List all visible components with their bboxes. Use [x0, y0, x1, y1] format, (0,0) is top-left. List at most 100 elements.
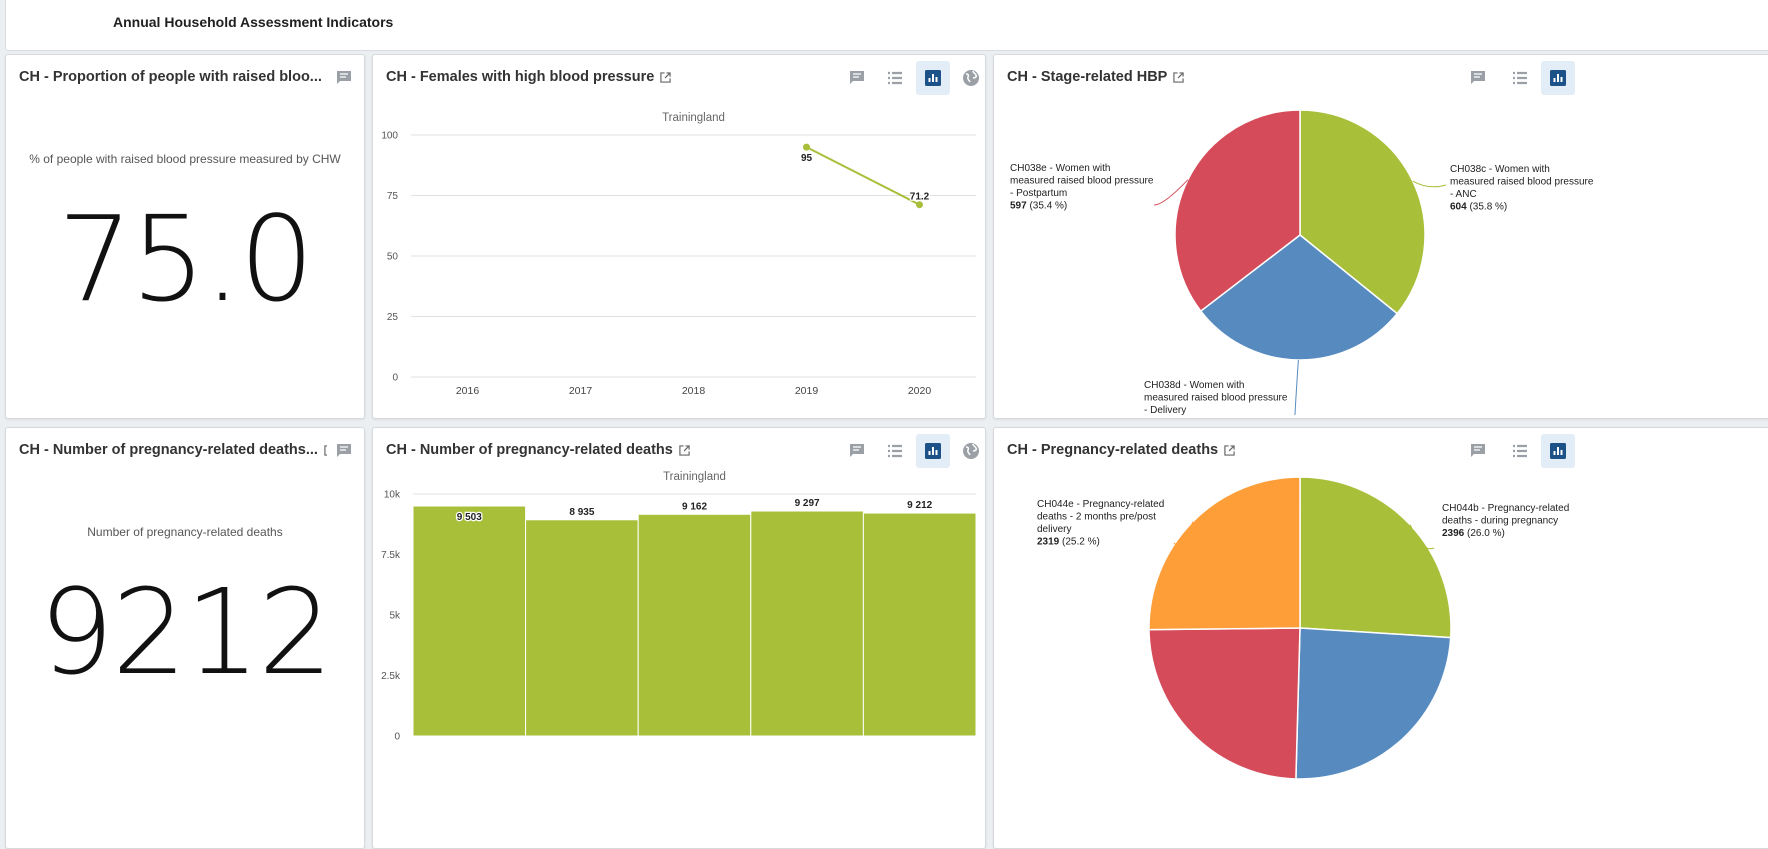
table-icon: [888, 444, 902, 458]
y-tick-label: 25: [387, 312, 399, 323]
stage-hbp-pie-chart: CH038c - Women with measured raised blood…: [1010, 109, 1594, 415]
preg-deaths-pie-chart: CH044b - Pregnancy-related deaths - durin…: [1037, 476, 1569, 780]
card-title-text: CH - Number of pregnancy-related deaths: [386, 442, 673, 458]
bar-chart-icon: [925, 70, 941, 86]
bar-value-label: 9 503: [457, 512, 482, 523]
pie-label: CH038e - Women with measured raised blood…: [1010, 163, 1154, 212]
pie-slice: [1295, 627, 1452, 780]
pie-label: CH038c - Women with measured raised blood…: [1450, 164, 1594, 213]
big-number: 75.0: [57, 190, 315, 328]
comment-icon: [1471, 71, 1485, 84]
chart-title: Trainingland: [663, 471, 726, 483]
globe-icon: [963, 70, 979, 86]
bar-chart-icon: [925, 443, 941, 459]
pie-slice: [1148, 627, 1301, 780]
card-title-text: CH - Proportion of people with raised bl…: [19, 69, 322, 85]
view-as-chart-button[interactable]: [916, 61, 950, 95]
interpretation-button[interactable]: [1461, 434, 1495, 468]
pie-connector: [1412, 180, 1447, 188]
bar: [637, 513, 752, 737]
x-tick-label: 2016: [456, 385, 480, 397]
dashboard-header: Annual Household Assessment Indicators: [5, 0, 1768, 51]
value-label: % of people with raised blood pressure m…: [29, 152, 341, 166]
series-line: [806, 146, 920, 206]
y-tick-label: 75: [387, 191, 399, 202]
pie-slice: [1148, 476, 1301, 631]
females-hbp-line-chart: Trainingland 0 25 50 75 100 2016 2017 2018 2019 20…: [381, 112, 976, 397]
pie-connector: [1294, 359, 1299, 415]
pie-label: CH044e - Pregnancy-related deaths - 2 mon…: [1037, 499, 1164, 548]
bar: [525, 519, 639, 737]
card-title[interactable]: CH - Females with high blood pressure: [386, 69, 671, 85]
card-title-text: CH - Pregnancy-related deaths: [1007, 442, 1219, 458]
x-tick-label: 2019: [795, 385, 819, 397]
data-label: 71.2: [910, 192, 930, 203]
card-title[interactable]: CH - Proportion of people with raised bl…: [19, 69, 339, 85]
view-as-chart-button[interactable]: [916, 434, 950, 468]
big-number: 9212: [38, 563, 333, 701]
card-stage-hbp: CH - Stage-related HBP CH038c - Women wi…: [993, 54, 1768, 419]
bar: [412, 505, 527, 737]
card-title[interactable]: CH - Number of pregnancy-related deaths: [386, 442, 690, 458]
preg-deaths-bar-chart: Trainingland 0 2.5k 5k 7.5k 10k 9 503 8 935 9 16…: [381, 471, 977, 743]
y-tick-label: 10k: [384, 490, 401, 501]
card-title[interactable]: CH - Number of pregnancy-related deaths.…: [19, 442, 335, 458]
comment-icon: [850, 444, 864, 457]
card-preg-deaths-bar: CH - Number of pregnancy-related deaths …: [372, 427, 986, 849]
view-as-table-button[interactable]: [1503, 61, 1537, 95]
pie-label: CH038d - Women with measured raised blood…: [1144, 380, 1288, 415]
comment-icon: [337, 444, 351, 457]
view-as-map-button[interactable]: [954, 434, 985, 468]
pie-slice: [1299, 476, 1452, 639]
bar-chart-icon: [1550, 70, 1566, 86]
data-label: 95: [801, 153, 813, 164]
table-icon: [1513, 444, 1527, 458]
view-as-table-button[interactable]: [878, 434, 912, 468]
bar-value-label: 8 935: [569, 507, 594, 518]
chart-title: Trainingland: [662, 112, 725, 124]
comment-icon: [1471, 444, 1485, 457]
y-tick-label: 7.5k: [381, 550, 401, 561]
bar-value-label: 9 212: [907, 500, 932, 511]
card-title[interactable]: CH - Pregnancy-related deaths: [1007, 442, 1235, 458]
bar: [750, 510, 864, 737]
interpretation-button[interactable]: [840, 61, 874, 95]
external-link-icon[interactable]: [660, 71, 671, 83]
interpretation-button[interactable]: [327, 61, 361, 95]
x-tick-label: 2020: [908, 385, 932, 397]
comment-icon: [850, 71, 864, 84]
card-title-text: CH - Females with high blood pressure: [386, 69, 655, 85]
table-icon: [1513, 71, 1527, 85]
interpretation-button[interactable]: [327, 434, 361, 468]
y-tick-label: 50: [387, 252, 399, 263]
y-tick-label: 0: [392, 373, 398, 384]
external-link-icon[interactable]: [679, 444, 690, 456]
view-as-table-button[interactable]: [1503, 434, 1537, 468]
y-tick-label: 100: [381, 131, 398, 142]
interpretation-button[interactable]: [840, 434, 874, 468]
data-point: [803, 143, 810, 151]
view-as-table-button[interactable]: [878, 61, 912, 95]
view-as-map-button[interactable]: [954, 61, 985, 95]
comment-icon: [337, 71, 351, 84]
y-tick-label: 5k: [389, 611, 401, 622]
x-tick-label: 2018: [682, 385, 706, 397]
pie-label: CH044b - Pregnancy-related deaths - durin…: [1442, 503, 1569, 539]
table-icon: [888, 71, 902, 85]
dashboard-title: Annual Household Assessment Indicators: [113, 14, 394, 30]
bar-value-label: 9 162: [682, 501, 707, 512]
x-tick-label: 2017: [569, 385, 593, 397]
external-link-icon[interactable]: [1224, 444, 1235, 456]
bar-value-label: 9 297: [795, 498, 820, 509]
bar: [862, 512, 977, 737]
view-as-chart-button[interactable]: [1541, 61, 1575, 95]
y-tick-label: 2.5k: [381, 671, 401, 682]
card-preg-deaths-value: CH - Number of pregnancy-related deaths.…: [5, 427, 365, 849]
card-females-hbp: CH - Females with high blood pressure Tr…: [372, 54, 986, 419]
external-link-icon[interactable]: [1173, 71, 1185, 83]
interpretation-button[interactable]: [1461, 61, 1495, 95]
view-as-chart-button[interactable]: [1541, 434, 1575, 468]
y-tick-label: 0: [394, 732, 400, 743]
globe-icon: [963, 443, 979, 459]
card-title[interactable]: CH - Stage-related HBP: [1007, 69, 1185, 85]
